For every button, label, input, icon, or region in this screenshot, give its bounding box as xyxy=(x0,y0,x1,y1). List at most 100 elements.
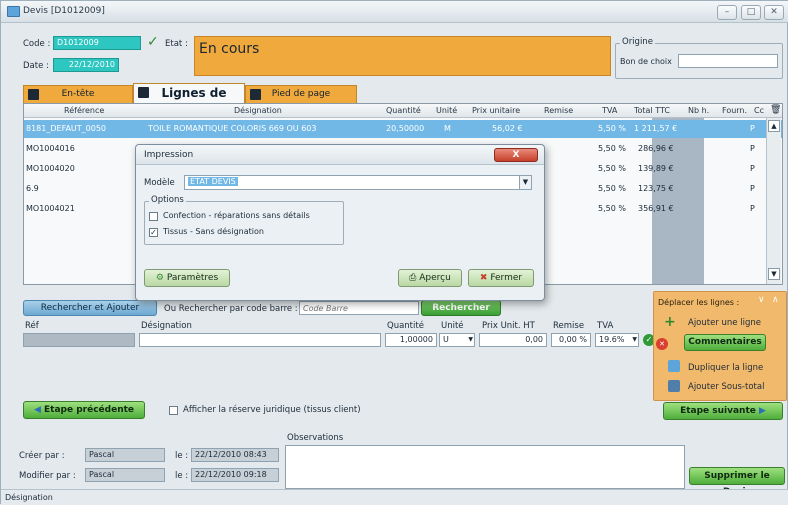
unite-value: U xyxy=(443,335,449,344)
move-up-icon[interactable]: ∧ xyxy=(772,295,779,305)
grid-scrollbar[interactable]: ▲ ▼ xyxy=(766,118,781,284)
move-down-icon[interactable]: ∨ xyxy=(758,295,765,305)
remise-field[interactable]: 0,00 % xyxy=(551,333,591,347)
sous-total-button[interactable]: Ajouter Sous-total xyxy=(688,382,764,392)
col-reference[interactable]: Référence xyxy=(64,106,104,115)
cell-tva: 5,50 % xyxy=(598,204,626,213)
dialog-title-bar: Impression X xyxy=(136,145,544,165)
creer-date-field: 22/12/2010 08:43 xyxy=(191,448,279,462)
ref-field[interactable] xyxy=(23,333,135,347)
reserve-label: Afficher la réserve juridique (tissus cl… xyxy=(183,405,361,415)
tva-label: TVA xyxy=(597,321,614,331)
rechercher-button[interactable]: Rechercher xyxy=(421,300,501,316)
barcode-label: Ou Rechercher par code barre : xyxy=(164,304,298,314)
code-field[interactable]: D1012009 xyxy=(53,36,141,50)
cell-ref: 6.9 xyxy=(26,184,39,193)
impression-dialog: Impression X Modèle ETAT DEVIS ▼ Options… xyxy=(135,144,545,301)
etape-suivante-label: Etape suivante xyxy=(680,406,756,416)
cell-total: 286,96 € xyxy=(638,144,674,153)
tab-en-tete-icon xyxy=(28,89,39,100)
col-cc[interactable]: Cc xyxy=(754,106,764,115)
scroll-up-icon[interactable]: ▲ xyxy=(768,120,780,132)
col-designation[interactable]: Désignation xyxy=(234,106,282,115)
cell-tva: 5,50 % xyxy=(598,144,626,153)
dupliquer-button[interactable]: Dupliquer la ligne xyxy=(688,363,763,373)
quantite-field[interactable]: 1,00000 xyxy=(385,333,437,347)
quantite-label: Quantité xyxy=(387,321,424,331)
apercu-button[interactable]: ⎙ Aperçu xyxy=(398,269,462,287)
etape-suivante-button[interactable]: Etape suivante ▶ xyxy=(663,402,783,420)
arrow-right-icon: ▶ xyxy=(759,406,766,416)
col-remise[interactable]: Remise xyxy=(544,106,573,115)
grid-header: Référence Désignation Quantité Unité Pri… xyxy=(24,104,782,118)
check-icon: ✓ xyxy=(147,34,159,50)
dialog-title: Impression xyxy=(144,150,194,160)
parametres-label: Paramètres xyxy=(166,273,219,283)
tab-pied-de-page[interactable]: Pied de page xyxy=(245,85,357,103)
fermer-button[interactable]: ✖ Fermer xyxy=(468,269,534,287)
observations-textarea[interactable] xyxy=(285,445,685,489)
col-tva[interactable]: TVA xyxy=(602,106,617,115)
option2-checkbox[interactable]: ✓ xyxy=(149,228,158,237)
designation-label: Désignation xyxy=(141,321,192,331)
bon-de-choix-field[interactable] xyxy=(678,54,778,68)
chevron-down-icon: ▼ xyxy=(468,336,473,343)
supprimer-devis-button[interactable]: Supprimer le Devis xyxy=(689,467,785,497)
arrow-left-icon: ◀ xyxy=(33,405,41,415)
delete-line-icon[interactable]: ✕ xyxy=(656,338,668,350)
commentaires-button[interactable]: Commentaires xyxy=(684,334,766,351)
devis-window: Devis [D1012009] – □ ✕ Code : D1012009 ✓… xyxy=(0,0,788,505)
cell-ref: 8181_DEFAUT_0050 xyxy=(26,124,107,133)
etape-precedente-button[interactable]: ◀ Etape précédente xyxy=(23,401,145,419)
col-nb-h[interactable]: Nb h. xyxy=(688,106,709,115)
tab-en-tete[interactable]: En-tête xyxy=(23,85,133,103)
chevron-down-icon[interactable]: ▼ xyxy=(519,176,531,189)
maximize-button[interactable]: □ xyxy=(741,5,761,20)
printer-icon: ⎙ xyxy=(409,273,417,283)
tab-en-tete-label: En-tête xyxy=(61,89,95,99)
options-label: Options xyxy=(149,195,186,205)
scroll-down-icon[interactable]: ▼ xyxy=(768,268,780,280)
col-prix-unitaire[interactable]: Prix unitaire xyxy=(472,106,520,115)
col-total-ttc[interactable]: Total TTC xyxy=(634,106,670,115)
barcode-input[interactable] xyxy=(299,301,419,315)
modifier-field: Pascal xyxy=(85,468,165,482)
close-button[interactable]: ✕ xyxy=(764,5,784,20)
tab-pied-icon xyxy=(250,89,261,100)
cell-ref: MO1004021 xyxy=(26,204,75,213)
parametres-button[interactable]: ⚙ Paramètres xyxy=(144,269,230,287)
designation-field[interactable] xyxy=(139,333,381,347)
status-text: Désignation xyxy=(5,493,53,502)
cell-tva: 5,50 % xyxy=(598,164,626,173)
le-label-1: le : xyxy=(175,451,189,461)
dialog-close-button[interactable]: X xyxy=(494,148,538,162)
fermer-label: Fermer xyxy=(490,273,523,283)
col-unite[interactable]: Unité xyxy=(436,106,457,115)
cell-quantite: 20,50000 xyxy=(386,124,425,133)
rechercher-et-ajouter-label: Rechercher et Ajouter xyxy=(40,303,140,313)
date-field[interactable]: 22/12/2010 xyxy=(53,58,119,72)
tva-value: 19.6% xyxy=(599,335,625,344)
modele-select[interactable]: ETAT DEVIS ▼ xyxy=(184,175,532,190)
table-row[interactable]: 8181_DEFAUT_0050 TOILE ROMANTIQUE COLORI… xyxy=(24,120,782,138)
cell-unite: M xyxy=(444,124,451,133)
unite-select[interactable]: U ▼ xyxy=(439,333,475,347)
rechercher-et-ajouter-button[interactable]: Rechercher et Ajouter xyxy=(23,300,157,316)
etat-box: En cours xyxy=(194,36,611,76)
cell-total: 123,75 € xyxy=(638,184,674,193)
cell-cc: P xyxy=(750,164,755,173)
option1-checkbox[interactable] xyxy=(149,212,158,221)
col-quantite[interactable]: Quantité xyxy=(386,106,421,115)
gear-icon: ⚙ xyxy=(155,273,164,283)
col-fourn[interactable]: Fourn. xyxy=(722,106,747,115)
prix-field[interactable]: 0,00 xyxy=(479,333,547,347)
reserve-checkbox[interactable] xyxy=(169,406,178,415)
title-bar: Devis [D1012009] – □ ✕ xyxy=(1,1,788,23)
tab-lignes-de-devis[interactable]: Lignes de Devis xyxy=(133,83,245,118)
tva-select[interactable]: 19.6% ▼ xyxy=(595,333,639,347)
ajouter-ligne-button[interactable]: Ajouter une ligne xyxy=(688,318,761,328)
trash-icon[interactable]: 🗑 xyxy=(770,105,781,115)
minimize-button[interactable]: – xyxy=(717,5,737,20)
plus-icon: + xyxy=(664,314,676,330)
date-label: Date : xyxy=(23,61,49,71)
